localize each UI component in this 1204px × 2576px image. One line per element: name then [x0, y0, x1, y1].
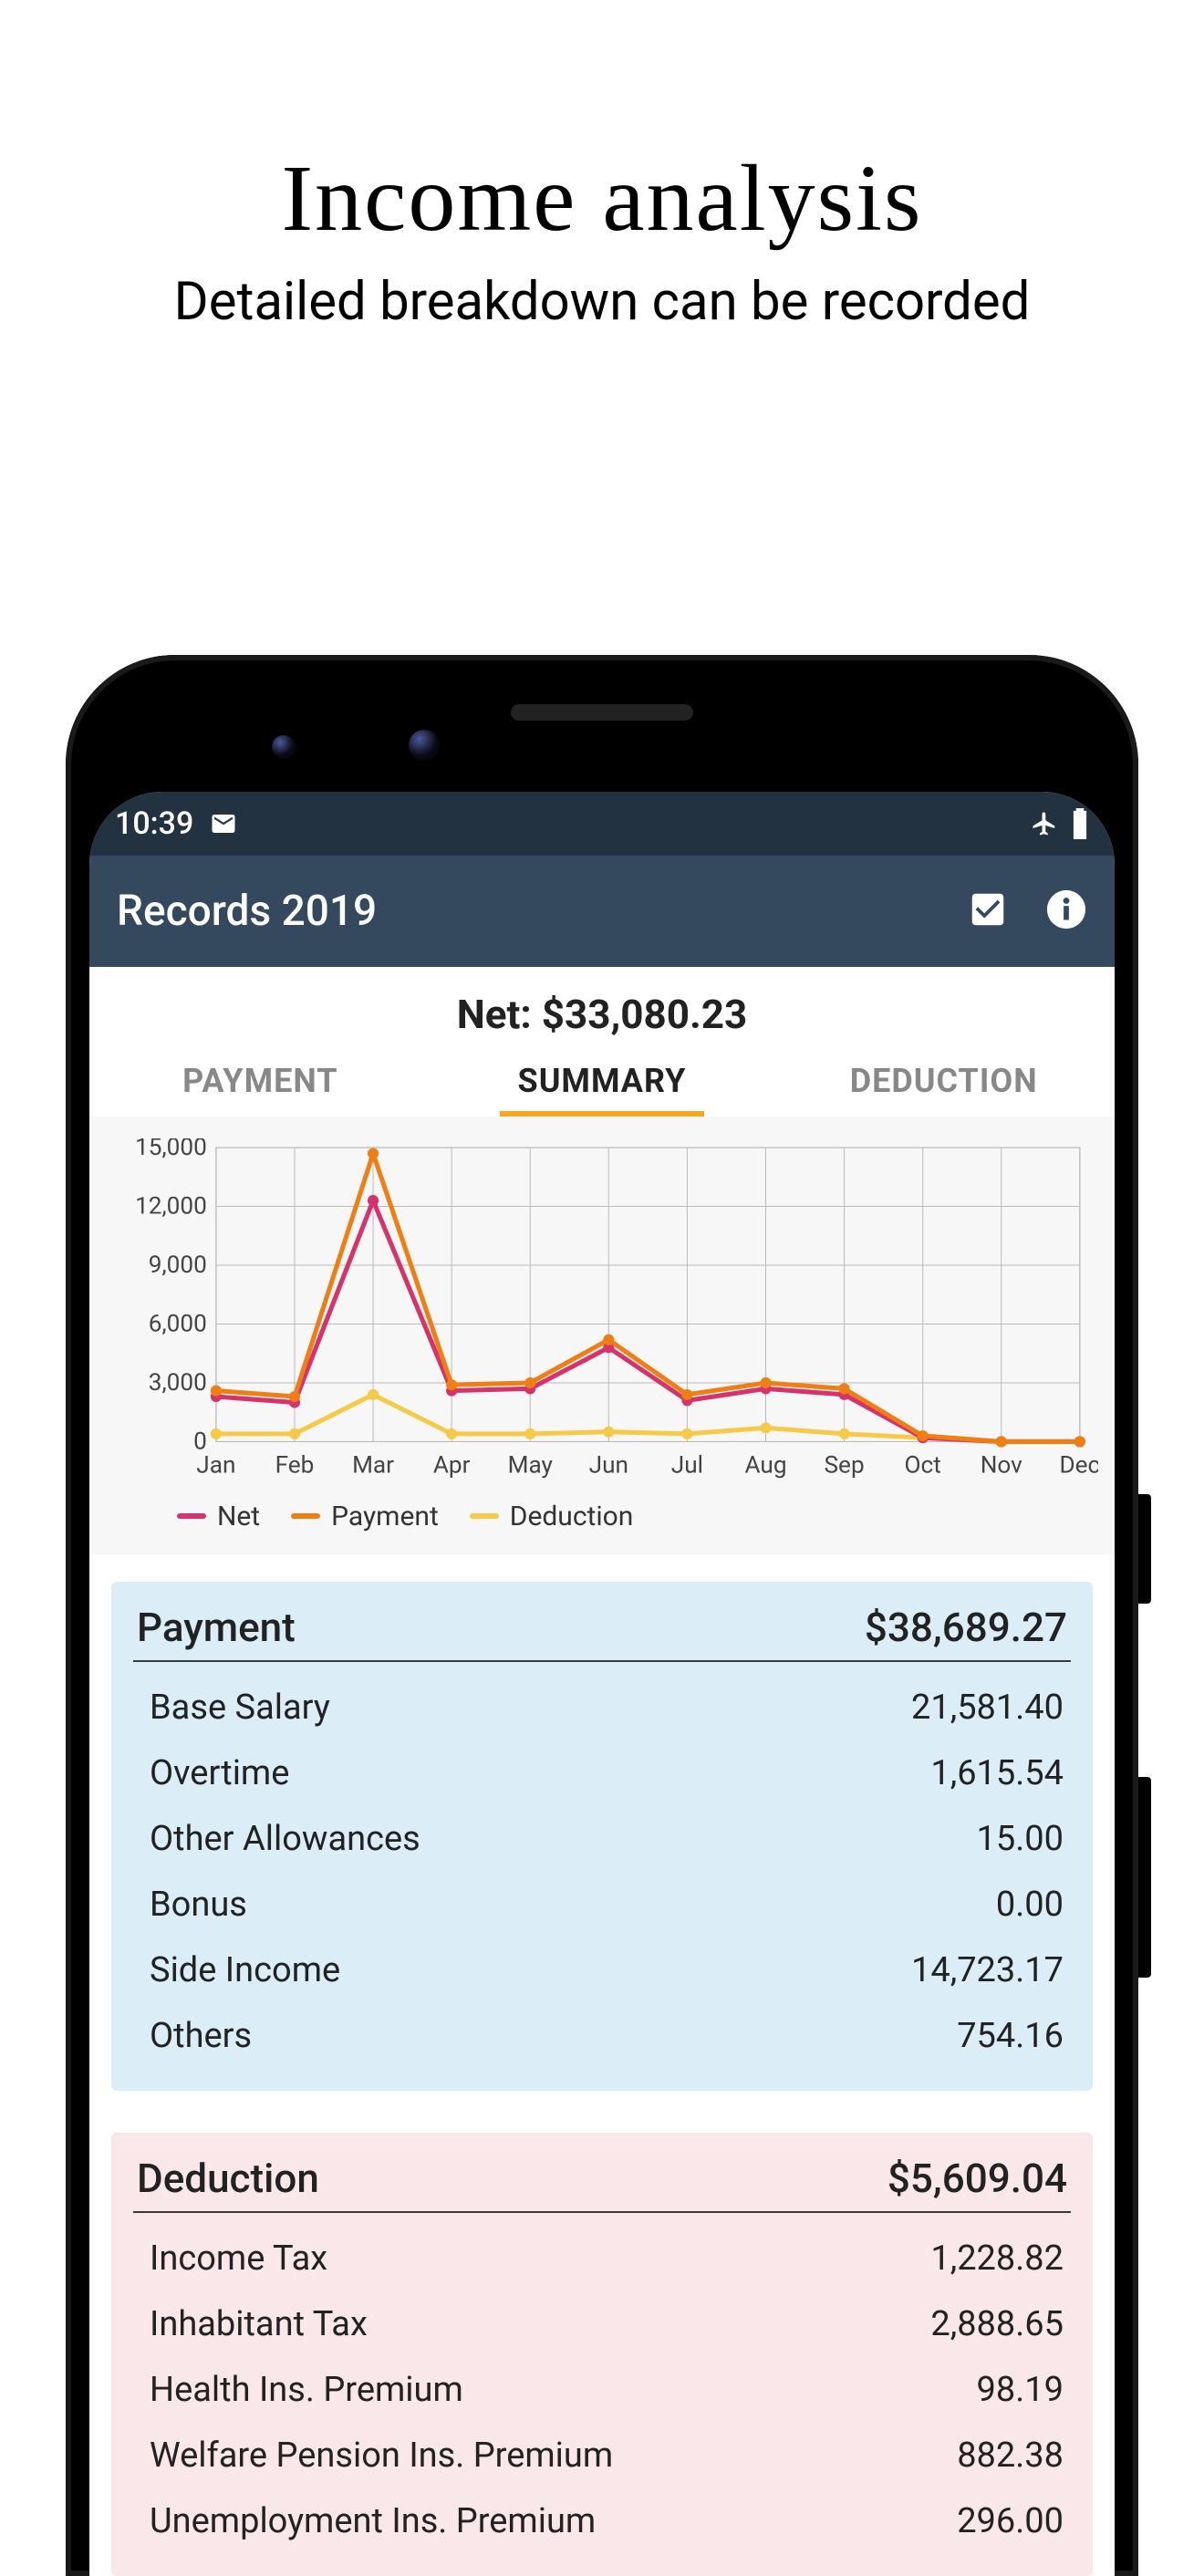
- appbar-title: Records 2019: [117, 887, 377, 936]
- svg-text:Feb: Feb: [275, 1452, 315, 1480]
- deduction-row: Unemployment Ins. Premium 296.00: [133, 2488, 1071, 2554]
- row-value: 2,888.65: [930, 2304, 1064, 2344]
- tab-payment[interactable]: PAYMENT: [89, 1049, 431, 1117]
- payment-row: Overtime 1,615.54: [133, 1740, 1071, 1806]
- net-total: Net: $33,080.23: [89, 967, 1115, 1049]
- row-label: Overtime: [150, 1753, 289, 1793]
- promo-subtitle: Detailed breakdown can be recorded: [0, 271, 1204, 333]
- payment-card: Payment $38,689.27 Base Salary 21,581.40 O…: [111, 1582, 1093, 2091]
- phone-top: [89, 682, 1115, 792]
- svg-text:Aug: Aug: [744, 1452, 786, 1480]
- row-value: 882.38: [957, 2436, 1064, 2476]
- deduction-card: Deduction $5,609.04 Income Tax1,228.82In…: [111, 2133, 1093, 2576]
- row-value: 21,581.40: [911, 1688, 1064, 1728]
- svg-text:9,000: 9,000: [149, 1252, 207, 1279]
- promo-title: Income analysis: [0, 144, 1204, 253]
- mail-icon: [210, 810, 237, 837]
- legend-payment: Payment: [291, 1501, 439, 1532]
- row-value: 15.00: [977, 1819, 1064, 1859]
- row-label: Other Allowances: [150, 1819, 420, 1859]
- row-label: Health Ins. Premium: [150, 2370, 463, 2410]
- deduction-row: Welfare Pension Ins. Premium 882.38: [133, 2423, 1071, 2488]
- payment-row: Other Allowances 15.00: [133, 1806, 1071, 1872]
- row-label: Welfare Pension Ins. Premium: [150, 2436, 613, 2476]
- row-label: Income Tax: [150, 2238, 327, 2279]
- app-bar: Records 2019: [89, 856, 1115, 967]
- payment-row: Others 754.16: [133, 2003, 1071, 2069]
- battery-icon: [1071, 808, 1089, 839]
- check-button[interactable]: [967, 888, 1009, 934]
- row-label: Inhabitant Tax: [150, 2304, 368, 2344]
- deduction-row: Health Ins. Premium 98.19: [133, 2357, 1071, 2423]
- airplane-icon: [1031, 810, 1058, 837]
- screen: 10:39 Records 2019: [89, 792, 1115, 2576]
- row-label: Base Salary: [150, 1688, 330, 1728]
- status-bar: 10:39: [89, 792, 1115, 856]
- power-button: [1138, 1777, 1151, 1978]
- svg-text:Dec: Dec: [1059, 1452, 1098, 1480]
- svg-text:May: May: [508, 1452, 554, 1480]
- speaker: [511, 704, 693, 721]
- camera-icon: [272, 735, 296, 759]
- row-value: 754.16: [957, 2016, 1064, 2056]
- row-value: 1,615.54: [930, 1753, 1064, 1793]
- svg-text:Sep: Sep: [825, 1452, 865, 1480]
- legend-deduction: Deduction: [470, 1501, 634, 1532]
- chart-legend: Net Payment Deduction: [106, 1488, 1098, 1538]
- tab-deduction[interactable]: DEDUCTION: [773, 1049, 1115, 1117]
- deduction-row: Income Tax 1,228.82: [133, 2226, 1071, 2291]
- row-value: 98.19: [977, 2370, 1064, 2410]
- payment-title: Payment: [137, 1604, 296, 1651]
- row-label: Bonus: [150, 1885, 247, 1925]
- svg-text:Jun: Jun: [589, 1452, 628, 1480]
- chart-area: 03,0006,0009,00012,00015,000JanFebMarApr…: [89, 1117, 1115, 1554]
- row-label: Unemployment Ins. Premium: [150, 2501, 596, 2541]
- payment-row: Bonus 0.00: [133, 1872, 1071, 1937]
- row-label: Others: [150, 2016, 252, 2056]
- svg-text:Jan: Jan: [196, 1452, 235, 1480]
- row-value: 0.00: [996, 1885, 1064, 1925]
- svg-text:Apr: Apr: [433, 1452, 471, 1480]
- svg-text:6,000: 6,000: [149, 1311, 207, 1338]
- row-value: 14,723.17: [911, 1950, 1064, 1990]
- line-chart: 03,0006,0009,00012,00015,000JanFebMarApr…: [106, 1138, 1098, 1488]
- svg-text:15,000: 15,000: [135, 1138, 207, 1161]
- row-value: 296.00: [957, 2501, 1064, 2541]
- legend-net: Net: [177, 1501, 260, 1532]
- volume-button: [1138, 1494, 1151, 1604]
- payment-row: Base Salary 21,581.40: [133, 1675, 1071, 1740]
- deduction-row: Inhabitant Tax 2,888.65: [133, 2291, 1071, 2357]
- status-time: 10:39: [115, 805, 193, 842]
- info-button[interactable]: [1045, 888, 1087, 934]
- svg-text:3,000: 3,000: [149, 1369, 207, 1397]
- row-value: 1,228.82: [930, 2238, 1064, 2279]
- deduction-total: $5,609.04: [887, 2155, 1067, 2202]
- row-label: Side Income: [150, 1950, 340, 1990]
- tab-summary[interactable]: SUMMARY: [431, 1049, 773, 1117]
- deduction-title: Deduction: [137, 2155, 319, 2202]
- svg-text:Nov: Nov: [981, 1452, 1022, 1480]
- svg-text:Jul: Jul: [671, 1452, 703, 1480]
- payment-row: Side Income 14,723.17: [133, 1937, 1071, 2003]
- svg-text:Oct: Oct: [905, 1452, 941, 1480]
- svg-text:12,000: 12,000: [135, 1193, 207, 1220]
- phone-frame: 10:39 Records 2019: [66, 655, 1138, 2576]
- payment-total: $38,689.27: [865, 1604, 1067, 1651]
- tab-bar: PAYMENT SUMMARY DEDUCTION: [89, 1049, 1115, 1117]
- camera-icon: [409, 730, 440, 761]
- svg-text:Mar: Mar: [352, 1452, 394, 1480]
